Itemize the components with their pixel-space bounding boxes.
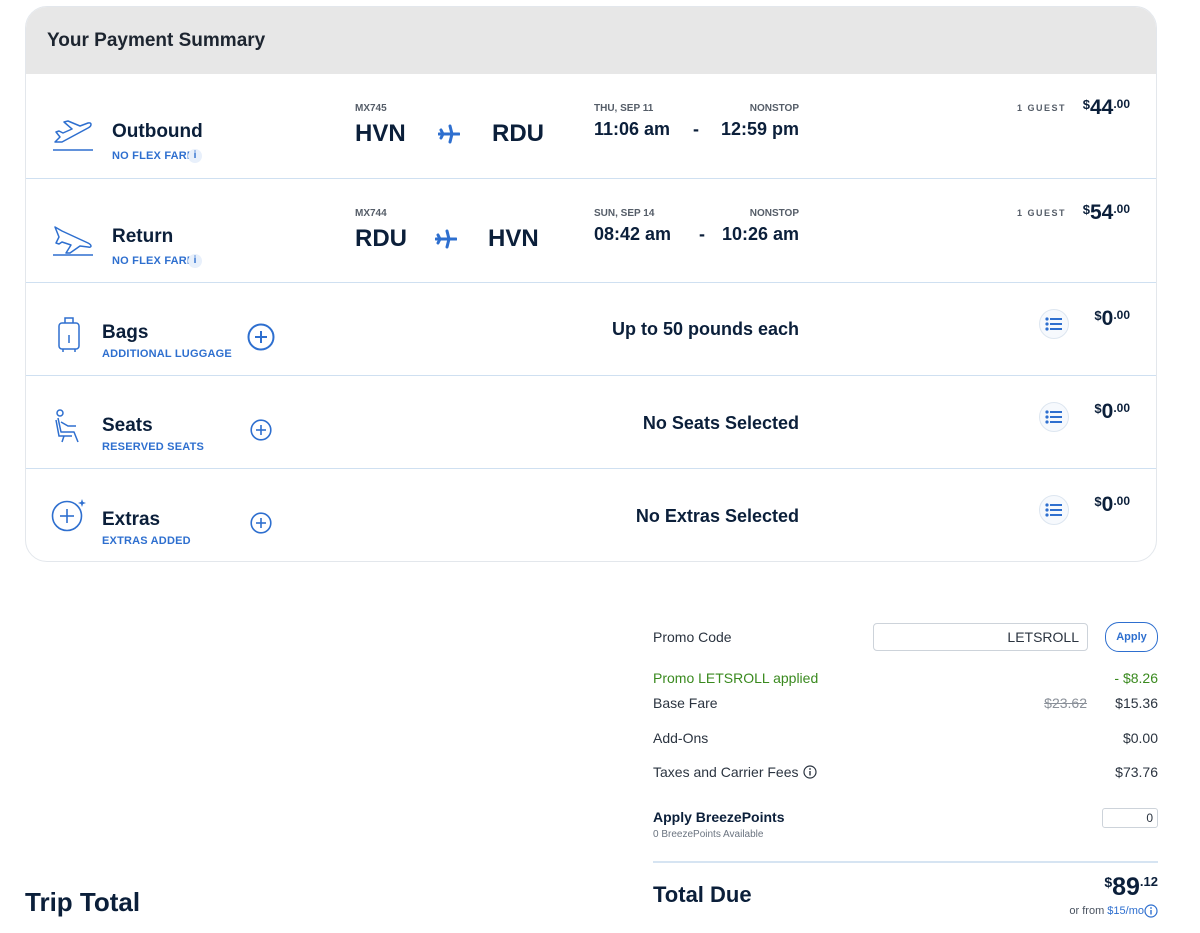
base-fare-original: $23.62 [1044,695,1087,711]
outbound-price: $44.00 [1082,96,1130,119]
or-from-text: or from [1069,905,1105,917]
return-fare-type: NO FLEX FARE [112,255,195,267]
fare-info-icon[interactable]: i [188,149,202,163]
extras-row: Extras EXTRAS ADDED No Extras Selected $… [26,468,1156,561]
breezepoints-label: Apply BreezePoints [653,809,785,825]
addons-value: $0.00 [1122,730,1158,746]
seats-row: Seats RESERVED SEATS No Seats Selected $… [26,375,1156,468]
outbound-date: THU, SEP 11 [594,103,654,114]
bags-details-button[interactable] [1039,309,1069,339]
plane-takeoff-icon [53,120,93,151]
outbound-origin: HVN [355,120,406,147]
return-guests: 1 GUEST [1016,208,1066,218]
taxes-info-icon[interactable] [803,765,817,779]
seats-details-button[interactable] [1039,402,1069,432]
luggage-icon [58,317,80,352]
list-icon [1045,317,1062,331]
outbound-destination: RDU [492,120,544,147]
return-time-dash: - [699,224,705,244]
promo-code-label: Promo Code [653,629,732,645]
outbound-flight-number: MX745 [355,103,387,114]
return-date: SUN, SEP 14 [594,208,655,219]
base-fare-label: Base Fare [653,695,718,711]
payment-summary-card: Your Payment Summary Outbound NO FLEX FA… [25,6,1157,562]
payment-summary-header: Your Payment Summary [26,7,1156,74]
seats-price: $0.00 [1094,400,1130,423]
summary-divider [653,861,1158,863]
extras-price: $0.00 [1094,493,1130,516]
extras-title: Extras [102,509,161,530]
outbound-depart-time: 11:06 am [594,119,671,139]
extras-description: No Extras Selected [635,506,799,526]
breezepoints-input[interactable] [1102,808,1158,828]
outbound-flight-row: Outbound NO FLEX FARE i MX745 HVN RDU TH… [26,74,1156,178]
return-depart-time: 08:42 am [594,224,672,244]
outbound-fare-type: NO FLEX FARE [112,150,195,162]
payment-summary-title: Your Payment Summary [47,29,266,51]
bags-description: Up to 50 pounds each [611,319,799,339]
extras-subtitle: EXTRAS ADDED [102,535,191,547]
outbound-guests: 1 GUEST [1016,103,1066,113]
outbound-title: Outbound [112,121,203,142]
promo-discount-value: - $8.26 [1114,670,1158,686]
total-due-label: Total Due [653,882,752,907]
bags-title: Bags [102,322,149,343]
plane-icon [435,229,457,249]
return-destination: HVN [488,225,539,252]
list-icon [1045,410,1062,424]
fare-info-icon[interactable]: i [188,254,202,268]
promo-applied-label: Promo LETSROLL applied [653,670,819,686]
monthly-price-link[interactable]: $15/mo [1107,905,1144,917]
extras-plus-icon [51,499,86,532]
outbound-time-dash: - [693,119,699,139]
return-price: $54.00 [1082,201,1130,224]
breezepoints-available: 0 BreezePoints Available [653,829,764,840]
extras-details-button[interactable] [1039,495,1069,525]
outbound-stops: NONSTOP [749,103,799,114]
return-stops: NONSTOP [749,208,799,219]
plane-icon [438,124,460,144]
return-arrive-time: 10:26 am [721,224,799,244]
list-icon [1045,503,1062,517]
return-flight-row: Return NO FLEX FARE i MX744 RDU HVN SUN,… [26,178,1156,282]
outbound-arrive-time: 12:59 pm [720,119,799,139]
monthly-info-icon[interactable] [1144,904,1158,918]
return-origin: RDU [355,225,407,252]
add-seats-button[interactable] [250,419,272,441]
apply-promo-button[interactable]: Apply [1105,622,1158,652]
return-title: Return [112,226,174,247]
bags-subtitle: ADDITIONAL LUGGAGE [102,348,232,360]
return-flight-number: MX744 [355,208,387,219]
promo-code-input[interactable] [873,623,1088,651]
add-extras-button[interactable] [250,512,272,534]
taxes-value: $73.76 [1115,764,1158,780]
seats-description: No Seats Selected [642,413,799,433]
seats-subtitle: RESERVED SEATS [102,441,205,453]
monthly-payment-note: or from $15/mo [1069,905,1144,917]
seat-icon [55,409,79,443]
bags-price: $0.00 [1094,307,1130,330]
seats-title: Seats [102,415,153,436]
total-due-amount: $89.12 [1104,873,1158,901]
add-bags-button[interactable] [247,323,275,351]
plane-landing-icon [53,226,93,256]
base-fare-value: $15.36 [1115,695,1158,711]
bags-row: Bags ADDITIONAL LUGGAGE Up to 50 pounds … [26,282,1156,375]
taxes-label: Taxes and Carrier Fees [653,764,799,780]
addons-label: Add-Ons [653,730,709,746]
trip-total-heading: Trip Total [25,887,141,917]
